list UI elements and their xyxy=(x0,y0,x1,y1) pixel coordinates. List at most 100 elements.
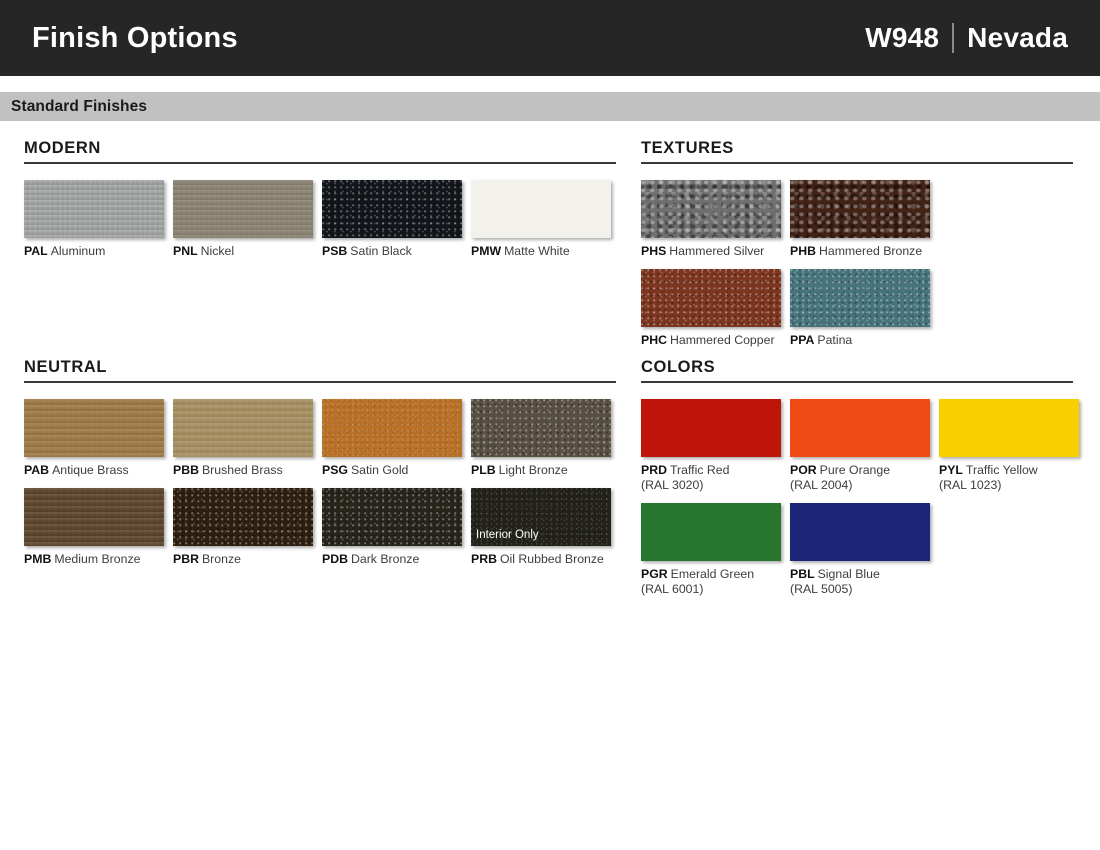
swatch-grid-colors: PRDTraffic Red (RAL 3020) PORPure Orange… xyxy=(641,399,1073,597)
swatch-chip[interactable] xyxy=(24,399,164,457)
swatch-chip[interactable] xyxy=(322,180,462,238)
swatch-pyl[interactable]: PYLTraffic Yellow (RAL 1023) xyxy=(939,399,1079,493)
swatch-chip[interactable] xyxy=(790,399,930,457)
swatch-code: PHB xyxy=(790,244,816,258)
swatch-pgr[interactable]: PGREmerald Green (RAL 6001) xyxy=(641,503,781,597)
swatch-chip[interactable] xyxy=(641,503,781,561)
swatch-phs[interactable]: PHSHammered Silver xyxy=(641,180,781,259)
section-textures: TEXTURES PHSHammered Silver xyxy=(641,139,1073,348)
swatch-label: PORPure Orange (RAL 2004) xyxy=(790,463,930,493)
swatch-label: PYLTraffic Yellow (RAL 1023) xyxy=(939,463,1079,493)
swatch-por[interactable]: PORPure Orange (RAL 2004) xyxy=(790,399,930,493)
swatch-texture-overlay xyxy=(790,180,930,238)
swatch-phc[interactable]: PHCHammered Copper xyxy=(641,269,781,348)
swatch-chip[interactable] xyxy=(790,503,930,561)
swatch-label: PMWMatte White xyxy=(471,244,611,259)
swatch-name: Hammered Copper xyxy=(670,333,775,347)
section-title-modern: MODERN xyxy=(24,139,616,162)
section-modern: MODERN PALAluminum PNLNicke xyxy=(24,139,616,259)
swatch-phb[interactable]: PHBHammered Bronze xyxy=(790,180,930,259)
swatch-plb[interactable]: PLBLight Bronze xyxy=(471,399,611,478)
swatch-row: PRDTraffic Red (RAL 3020) PORPure Orange… xyxy=(641,399,1073,493)
swatch-psg[interactable]: PSGSatin Gold xyxy=(322,399,462,478)
swatch-chip[interactable] xyxy=(790,269,930,327)
swatch-code: PYL xyxy=(939,463,963,477)
swatch-code: POR xyxy=(790,463,817,477)
swatch-name: Traffic Yellow xyxy=(966,463,1038,477)
swatch-ral-code: (RAL 6001) xyxy=(641,582,781,597)
section-title-textures: TEXTURES xyxy=(641,139,1073,162)
swatch-label: PNLNickel xyxy=(173,244,313,259)
swatch-name: Hammered Bronze xyxy=(819,244,922,258)
swatch-chip[interactable] xyxy=(471,180,611,238)
swatch-chip[interactable] xyxy=(641,180,781,238)
swatch-label: PSBSatin Black xyxy=(322,244,462,259)
swatch-pbr[interactable]: PBRBronze xyxy=(173,488,313,567)
swatch-name: Signal Blue xyxy=(818,567,880,581)
swatch-chip[interactable] xyxy=(24,180,164,238)
swatch-chip[interactable] xyxy=(641,399,781,457)
swatch-row: PHSHammered Silver PHBHammered Bronze xyxy=(641,180,1073,259)
swatch-row: PMBMedium Bronze PBRBronze xyxy=(24,488,616,567)
swatch-prd[interactable]: PRDTraffic Red (RAL 3020) xyxy=(641,399,781,493)
swatch-code: PPA xyxy=(790,333,814,347)
swatch-code: PDB xyxy=(322,552,348,566)
swatch-texture-overlay xyxy=(173,488,313,546)
swatch-pmb[interactable]: PMBMedium Bronze xyxy=(24,488,164,567)
swatch-label: PRBOil Rubbed Bronze xyxy=(471,552,611,567)
swatch-chip[interactable] xyxy=(641,269,781,327)
swatch-texture-overlay xyxy=(322,488,462,546)
swatch-chip[interactable] xyxy=(173,180,313,238)
swatch-pal[interactable]: PALAluminum xyxy=(24,180,164,259)
swatch-name: Bronze xyxy=(202,552,241,566)
swatch-chip[interactable] xyxy=(790,180,930,238)
swatch-label: PMBMedium Bronze xyxy=(24,552,164,567)
swatch-pdb[interactable]: PDBDark Bronze xyxy=(322,488,462,567)
swatch-pnl[interactable]: PNLNickel xyxy=(173,180,313,259)
swatch-label: PBLSignal Blue (RAL 5005) xyxy=(790,567,930,597)
swatch-name: Matte White xyxy=(504,244,570,258)
header-divider xyxy=(952,23,954,53)
swatch-ppa[interactable]: PPAPatina xyxy=(790,269,930,348)
swatch-pbb[interactable]: PBBBrushed Brass xyxy=(173,399,313,478)
swatch-texture-overlay xyxy=(641,269,781,327)
swatch-texture-overlay xyxy=(641,399,781,457)
swatch-code: PNL xyxy=(173,244,198,258)
section-rule-neutral xyxy=(24,381,616,383)
swatch-texture-overlay xyxy=(24,180,164,238)
swatch-name: Antique Brass xyxy=(52,463,129,477)
swatch-pmw[interactable]: PMWMatte White xyxy=(471,180,611,259)
swatch-row: PGREmerald Green (RAL 6001) PBLSignal Bl… xyxy=(641,503,1073,597)
swatch-pab[interactable]: PABAntique Brass xyxy=(24,399,164,478)
swatch-chip[interactable]: Interior Only xyxy=(471,488,611,546)
swatch-chip[interactable] xyxy=(173,488,313,546)
swatch-ral-code: (RAL 1023) xyxy=(939,478,1079,493)
swatch-ral-code: (RAL 2004) xyxy=(790,478,930,493)
standard-finishes-label: Standard Finishes xyxy=(11,98,147,116)
swatch-chip[interactable] xyxy=(173,399,313,457)
swatch-texture-overlay xyxy=(322,180,462,238)
swatch-code: PBL xyxy=(790,567,815,581)
swatch-label: PBBBrushed Brass xyxy=(173,463,313,478)
swatch-row: PHCHammered Copper PPAPatina xyxy=(641,269,1073,348)
swatch-pbl[interactable]: PBLSignal Blue (RAL 5005) xyxy=(790,503,930,597)
swatch-code: PSG xyxy=(322,463,348,477)
swatch-name: Patina xyxy=(817,333,852,347)
swatch-chip[interactable] xyxy=(322,488,462,546)
swatch-chip[interactable] xyxy=(939,399,1079,457)
swatch-chip[interactable] xyxy=(24,488,164,546)
swatch-psb[interactable]: PSBSatin Black xyxy=(322,180,462,259)
swatch-label: PLBLight Bronze xyxy=(471,463,611,478)
swatch-prb[interactable]: Interior Only PRBOil Rubbed Bronze xyxy=(471,488,611,567)
swatch-label: PPAPatina xyxy=(790,333,930,348)
swatch-label: PHSHammered Silver xyxy=(641,244,781,259)
swatch-texture-overlay xyxy=(790,399,930,457)
swatch-code: PBB xyxy=(173,463,199,477)
swatch-name: Medium Bronze xyxy=(54,552,140,566)
swatch-texture-overlay xyxy=(641,503,781,561)
swatch-grid-neutral: PABAntique Brass PBBBrushed Brass xyxy=(24,399,616,567)
swatch-chip[interactable] xyxy=(471,399,611,457)
swatch-label: PHCHammered Copper xyxy=(641,333,781,348)
swatch-chip[interactable] xyxy=(322,399,462,457)
swatch-name: Emerald Green xyxy=(671,567,754,581)
